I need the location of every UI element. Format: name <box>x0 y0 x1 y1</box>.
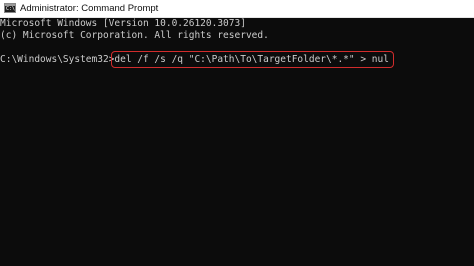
banner-copyright-line: (c) Microsoft Corporation. All rights re… <box>0 30 269 41</box>
command-prompt-window: C:\ Administrator: Command Prompt Micros… <box>0 0 474 266</box>
prompt-line: C:\Windows\System32>del /f /s /q "C:\Pat… <box>0 51 394 68</box>
command-prompt-icon: C:\ <box>4 3 16 13</box>
console-output[interactable]: Microsoft Windows [Version 10.0.26120.30… <box>0 18 474 266</box>
banner-version-line: Microsoft Windows [Version 10.0.26120.30… <box>0 18 246 29</box>
highlighted-command[interactable]: del /f /s /q "C:\Path\To\TargetFolder\*.… <box>111 51 394 68</box>
icon-glyph: C:\ <box>6 6 16 12</box>
title-bar[interactable]: C:\ Administrator: Command Prompt <box>0 0 474 18</box>
window-title: Administrator: Command Prompt <box>20 3 159 14</box>
prompt-path: C:\Windows\System32> <box>0 54 115 65</box>
